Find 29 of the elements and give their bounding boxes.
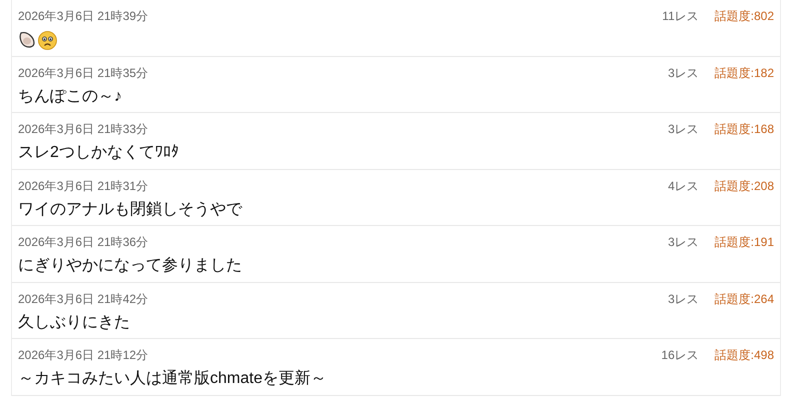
thread-title[interactable]: ちんぽこの～♪ <box>18 84 122 108</box>
popularity-score: 話題度:264 <box>714 290 774 308</box>
popularity-score: 話題度:168 <box>714 121 774 138</box>
post-date: 2026年3月6日 21時42分 <box>18 290 148 308</box>
reply-count: 4レス <box>668 178 699 194</box>
post-date: 2026年3月6日 21時33分 <box>18 121 148 138</box>
post-date: 2026年3月6日 21時35分 <box>18 64 148 82</box>
thread-title[interactable]: 久しぶりにきた <box>18 310 130 334</box>
frowning-face-icon <box>38 30 57 50</box>
reply-count: 3レス <box>668 121 699 138</box>
reply-count: 3レス <box>668 290 699 308</box>
post-date: 2026年3月6日 21時39分 <box>18 8 148 25</box>
post-date: 2026年3月6日 21時36分 <box>18 234 148 251</box>
popularity-score: 話題度:802 <box>714 8 774 25</box>
oyster-icon <box>18 31 36 49</box>
reply-count: 3レス <box>668 234 699 251</box>
popularity-score: 話題度:182 <box>714 64 774 82</box>
thread-title[interactable]: スレ2つしかなくてﾜﾛﾀ <box>18 141 179 165</box>
post-date: 2026年3月6日 21時12分 <box>18 347 148 364</box>
post-date: 2026年3月6日 21時31分 <box>18 178 148 194</box>
thread-title[interactable]: にぎりやかになって参りました <box>18 254 242 278</box>
reply-count: 16レス <box>661 347 699 364</box>
reply-count: 3レス <box>668 64 699 82</box>
popularity-score: 話題度:498 <box>714 347 774 364</box>
thread-title[interactable]: ～カキコみたい人は通常版chmateを更新～ <box>18 367 326 391</box>
popularity-score: 話題度:191 <box>714 234 774 251</box>
reply-count: 11レス <box>662 8 699 25</box>
popularity-score: 話題度:208 <box>714 178 774 194</box>
thread-title[interactable]: ワイのアナルも閉鎖しそうやで <box>18 198 242 222</box>
